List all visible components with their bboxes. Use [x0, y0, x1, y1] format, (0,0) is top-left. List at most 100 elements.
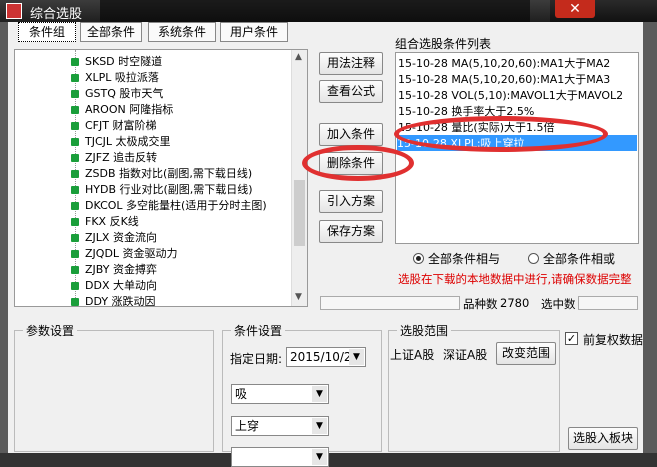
tree-item-label: ZJFZ 追击反转 [85, 151, 158, 164]
tree-item[interactable]: FKX 反K线 [71, 213, 139, 229]
radio-label: 全部条件相或 [543, 252, 616, 266]
tree-item[interactable]: ZJQDL 资金驱动力 [71, 245, 178, 261]
tree-item[interactable]: DDX 大单动向 [71, 277, 157, 293]
radio-label: 全部条件相与 [428, 252, 501, 266]
tree-item-label: ZJQDL 资金驱动力 [85, 247, 178, 260]
import-scheme-button[interactable]: 引入方案 [319, 190, 383, 213]
scroll-thumb[interactable] [294, 180, 305, 246]
range-sz: 深证A股 [443, 348, 488, 362]
indicator-icon [71, 106, 79, 114]
indicator-icon [71, 202, 79, 210]
app-icon [6, 3, 22, 19]
range-sh: 上证A股 [390, 348, 435, 362]
tree-item[interactable]: GSTQ 股市天气 [71, 85, 163, 101]
list-item[interactable]: 15-10-28 MA(5,10,20,60):MA1大于MA3 [398, 71, 610, 87]
tree-item[interactable]: SKSD 时空隧道 [71, 53, 162, 69]
chevron-down-icon[interactable]: ▼ [312, 418, 327, 434]
tab-user-conditions[interactable]: 用户条件 [220, 22, 288, 42]
annotation-ellipse-delete [302, 145, 414, 181]
radio-all-and[interactable]: 全部条件相与 [413, 250, 500, 267]
list-item[interactable]: 15-10-28 VOL(5,10):MAVOL1大于MAVOL2 [398, 87, 623, 103]
indicator-icon [71, 282, 79, 290]
add-condition-button[interactable]: 加入条件 [319, 123, 383, 146]
tree-item-label: FKX 反K线 [85, 215, 139, 228]
date-picker[interactable]: 2015/10/28 ▼ [286, 347, 366, 367]
indicator-icon [71, 122, 79, 130]
indicator-icon [71, 218, 79, 226]
background-strip [100, 0, 530, 22]
progress-bar [320, 296, 460, 310]
selected-label: 选中数 [541, 297, 576, 311]
scroll-up-icon[interactable]: ▲ [295, 52, 302, 62]
tree-item-label: XLPL 吸拉派落 [85, 71, 159, 84]
adjusted-data-label: 前复权数据 [583, 333, 644, 347]
indicator-icon [71, 250, 79, 258]
condition-select-1[interactable]: 吸 ▼ [231, 384, 329, 404]
tree-item[interactable]: ZJBY 资金搏弈 [71, 261, 157, 277]
condition-group-title: 条件设置 [231, 322, 286, 339]
params-group: 参数设置 [14, 322, 214, 452]
radio-selected-icon [413, 253, 424, 264]
indicator-icon [71, 266, 79, 274]
indicator-icon [71, 58, 79, 66]
tree-item[interactable]: HYDB 行业对比(副图,需下载日线) [71, 181, 253, 197]
tree-item[interactable]: TJCJL 太极成交里 [71, 133, 171, 149]
tree-item-label: SKSD 时空隧道 [85, 55, 163, 68]
close-button[interactable]: ✕ [555, 0, 595, 18]
tree-item[interactable]: DDY 涨跌动因 [71, 293, 156, 307]
tab-condition-group[interactable]: 条件组 [18, 22, 76, 42]
tab-system-conditions[interactable]: 系统条件 [148, 22, 216, 42]
date-label: 指定日期: [230, 352, 283, 366]
chevron-down-icon[interactable]: ▼ [312, 449, 327, 465]
chevron-down-icon[interactable]: ▼ [312, 386, 327, 402]
tree-item[interactable]: CFJT 财富阶梯 [71, 117, 156, 133]
tree-item-label: AROON 阿隆指标 [85, 103, 174, 116]
indicator-icon [71, 74, 79, 82]
tree-item[interactable]: ZJFZ 追击反转 [71, 149, 157, 165]
indicator-icon [71, 186, 79, 194]
tree-item-label: HYDB 行业对比(副图,需下载日线) [85, 183, 253, 196]
indicator-icon [71, 138, 79, 146]
tree-item-label: DKCOL 多空能量柱(适用于分时主图) [85, 199, 267, 212]
condition-select-2[interactable]: 上穿 ▼ [231, 416, 329, 436]
window-title: 综合选股 [30, 7, 83, 22]
change-range-button[interactable]: 改变范围 [496, 342, 556, 365]
list-item[interactable]: 15-10-28 MA(5,10,20,60):MA1大于MA2 [398, 55, 610, 71]
tree-item[interactable]: ZSDB 指数对比(副图,需下载日线) [71, 165, 252, 181]
tree-item-label: CFJT 财富阶梯 [85, 119, 157, 132]
select-value: 吸 [235, 387, 248, 401]
tree-item[interactable]: AROON 阿隆指标 [71, 101, 173, 117]
tree-item-label: ZJBY 资金搏弈 [85, 263, 157, 276]
condition-select-3[interactable]: ▼ [231, 447, 329, 467]
scroll-down-icon[interactable]: ▼ [295, 292, 302, 302]
tree-item-label: GSTQ 股市天气 [85, 87, 164, 100]
tree-item[interactable]: DKCOL 多空能量柱(适用于分时主图) [71, 197, 267, 213]
tree-item-label: ZJLX 资金流向 [85, 231, 157, 244]
count-label: 品种数 [463, 297, 498, 311]
radio-all-or[interactable]: 全部条件相或 [528, 250, 615, 267]
dialog-body: 条件组 全部条件 系统条件 用户条件 SKSD 时空隧道 XLPL 吸拉派落 G… [8, 22, 644, 467]
indicator-icon [71, 90, 79, 98]
save-scheme-button[interactable]: 保存方案 [319, 220, 383, 243]
tree-item-label: DDY 涨跌动因 [85, 295, 156, 307]
tree-item[interactable]: XLPL 吸拉派落 [71, 69, 159, 85]
select-value: 上穿 [235, 419, 260, 433]
view-formula-button[interactable]: 查看公式 [319, 80, 383, 103]
tree-item-label: TJCJL 太极成交里 [85, 135, 171, 148]
adjusted-data-checkbox[interactable]: ✓ [565, 332, 578, 345]
tree-item-label: DDX 大单动向 [85, 279, 157, 292]
tree-item[interactable]: ZJLX 资金流向 [71, 229, 157, 245]
condition-list-label: 组合选股条件列表 [395, 37, 492, 51]
condition-tree[interactable]: SKSD 时空隧道 XLPL 吸拉派落 GSTQ 股市天气 AROON 阿隆指标… [14, 49, 308, 307]
annotation-ellipse-selected [394, 116, 608, 152]
indicator-icon [71, 298, 79, 306]
usage-notes-button[interactable]: 用法注释 [319, 52, 383, 75]
title-bar: 综合选股 ✕ [0, 0, 657, 22]
tree-item-label: ZSDB 指数对比(副图,需下载日线) [85, 167, 253, 180]
add-to-block-button[interactable]: 选股入板块 [568, 427, 638, 450]
tab-all-conditions[interactable]: 全部条件 [80, 22, 142, 42]
tree-scrollbar[interactable]: ▲ ▼ [291, 50, 307, 306]
chevron-down-icon[interactable]: ▼ [349, 349, 364, 365]
range-group-title: 选股范围 [397, 322, 452, 339]
params-group-title: 参数设置 [23, 322, 78, 339]
